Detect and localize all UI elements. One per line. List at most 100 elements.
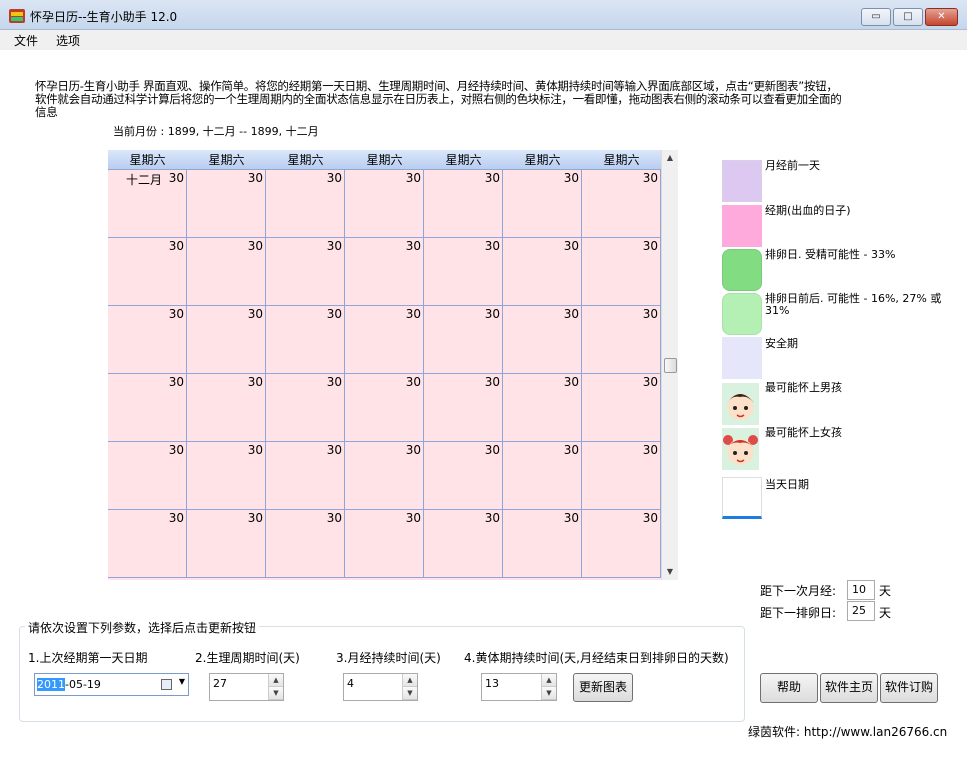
calendar-day-cell[interactable]: 30 bbox=[266, 238, 345, 306]
close-button[interactable]: ✕ bbox=[925, 8, 958, 26]
calendar-day-number: 30 bbox=[247, 511, 263, 525]
help-button[interactable]: 帮助 bbox=[760, 673, 818, 703]
window-title: 怀孕日历--生育小助手 12.0 bbox=[30, 10, 178, 24]
luteal-days-up-icon[interactable]: ▲ bbox=[542, 674, 556, 687]
calendar-day-cell[interactable]: 30 bbox=[266, 442, 345, 510]
calendar-day-cell[interactable]: 30 bbox=[582, 374, 661, 442]
calendar-day-cell[interactable]: 30 bbox=[582, 170, 661, 238]
last-period-date-picker[interactable]: 2011-05-19 ▼ bbox=[34, 673, 189, 696]
calendar-day-cell[interactable]: 30 bbox=[345, 306, 424, 374]
calendar-day-cell[interactable]: 30 bbox=[503, 238, 582, 306]
period-days-stepper[interactable]: 4 ▲ ▼ bbox=[343, 673, 418, 701]
calendar-day-cell[interactable]: 30 bbox=[424, 170, 503, 238]
calendar-day-cell[interactable]: 30 bbox=[503, 374, 582, 442]
calendar-day-number: 30 bbox=[168, 171, 184, 185]
params-group-title: 请依次设置下列参数，选择后点击更新按钮 bbox=[25, 619, 260, 636]
scroll-up-arrow[interactable]: ▲ bbox=[662, 150, 678, 166]
calendar-grid[interactable]: 星期六 星期六 星期六 星期六 星期六 星期六 星期六 十二月 30 30 30 30 30 30 30 3… bbox=[108, 150, 661, 580]
legend-swatch-ovulation bbox=[722, 249, 762, 291]
app-icon bbox=[9, 9, 25, 23]
calendar-day-cell[interactable]: 30 bbox=[187, 442, 266, 510]
calendar-day-cell[interactable]: 30 bbox=[345, 238, 424, 306]
calendar-day-cell[interactable]: 30 bbox=[266, 170, 345, 238]
calendar-day-number: 30 bbox=[484, 443, 500, 457]
calendar-day-cell[interactable]: 30 bbox=[266, 374, 345, 442]
calendar-day-number: 30 bbox=[563, 307, 579, 321]
calendar-day-number: 30 bbox=[484, 511, 500, 525]
calendar-day-cell[interactable]: 30 bbox=[503, 510, 582, 578]
calendar-day-cell[interactable]: 30 bbox=[582, 442, 661, 510]
legend-label-period: 经期(出血的日子) bbox=[765, 204, 851, 217]
calendar-day-cell[interactable]: 30 bbox=[345, 170, 424, 238]
scroll-thumb[interactable] bbox=[664, 358, 677, 373]
calendar-day-cell[interactable]: 十二月 30 bbox=[108, 170, 187, 238]
period-days-down-icon[interactable]: ▼ bbox=[403, 687, 417, 700]
maximize-button[interactable]: □ bbox=[893, 8, 923, 26]
calendar-day-cell[interactable]: 30 bbox=[582, 510, 661, 578]
calendar-day-cell[interactable]: 30 bbox=[108, 238, 187, 306]
calendar-day-number: 30 bbox=[168, 239, 184, 253]
menu-file[interactable]: 文件 bbox=[14, 32, 38, 49]
calendar-day-number: 30 bbox=[405, 511, 421, 525]
calendar-day-number: 30 bbox=[642, 239, 658, 253]
cycle-days-down-icon[interactable]: ▼ bbox=[269, 687, 283, 700]
calendar-day-number: 30 bbox=[484, 171, 500, 185]
calendar-day-cell[interactable]: 30 bbox=[187, 374, 266, 442]
calendar-day-cell[interactable]: 30 bbox=[424, 442, 503, 510]
calendar-day-cell[interactable]: 30 bbox=[424, 510, 503, 578]
minimize-button[interactable]: ▭ bbox=[861, 8, 891, 26]
girl-face-icon bbox=[722, 428, 759, 470]
update-chart-button[interactable]: 更新图表 bbox=[573, 673, 633, 702]
calendar-day-cell[interactable]: 30 bbox=[424, 374, 503, 442]
legend-label-near-ovulation: 排卵日前后. 可能性 - 16%, 27% 或 31% bbox=[765, 292, 942, 317]
calendar-icon[interactable] bbox=[161, 679, 172, 690]
calendar-day-cell[interactable]: 30 bbox=[345, 442, 424, 510]
legend-swatch-safe bbox=[722, 337, 762, 379]
param-label-cycle: 2.生理周期时间(天) bbox=[195, 651, 300, 665]
calendar-day-cell[interactable]: 30 bbox=[503, 306, 582, 374]
menu-bar: 文件 选项 bbox=[0, 30, 967, 50]
calendar-scrollbar[interactable]: ▲ ▼ bbox=[661, 150, 678, 580]
calendar-day-number: 30 bbox=[642, 307, 658, 321]
weekday-header: 星期六 bbox=[524, 153, 561, 167]
cycle-days-stepper[interactable]: 27 ▲ ▼ bbox=[209, 673, 284, 701]
menu-options[interactable]: 选项 bbox=[56, 32, 80, 49]
calendar-day-cell[interactable]: 30 bbox=[582, 306, 661, 374]
luteal-days-down-icon[interactable]: ▼ bbox=[542, 687, 556, 700]
calendar-day-cell[interactable]: 30 bbox=[345, 510, 424, 578]
calendar-day-number: 30 bbox=[247, 307, 263, 321]
legend-swatch-period bbox=[722, 205, 762, 247]
calendar-day-cell[interactable]: 30 bbox=[108, 442, 187, 510]
calendar-day-cell[interactable]: 30 bbox=[187, 238, 266, 306]
calendar-day-number: 30 bbox=[326, 375, 342, 389]
calendar-day-number: 30 bbox=[247, 239, 263, 253]
cycle-days-up-icon[interactable]: ▲ bbox=[269, 674, 283, 687]
calendar-day-cell[interactable]: 30 bbox=[503, 442, 582, 510]
dropdown-arrow-icon[interactable]: ▼ bbox=[179, 677, 185, 686]
calendar-day-cell[interactable]: 30 bbox=[187, 306, 266, 374]
luteal-days-stepper[interactable]: 13 ▲ ▼ bbox=[481, 673, 557, 701]
calendar-day-cell[interactable]: 30 bbox=[266, 510, 345, 578]
calendar-day-cell[interactable]: 30 bbox=[187, 510, 266, 578]
calendar-day-cell[interactable]: 30 bbox=[424, 238, 503, 306]
calendar-day-cell[interactable]: 30 bbox=[503, 170, 582, 238]
legend-label-today: 当天日期 bbox=[765, 478, 809, 491]
calendar-day-cell[interactable]: 30 bbox=[108, 306, 187, 374]
scroll-down-arrow[interactable]: ▼ bbox=[662, 564, 678, 580]
calendar-day-number: 30 bbox=[484, 239, 500, 253]
order-button[interactable]: 软件订购 bbox=[880, 673, 938, 703]
calendar-day-number: 30 bbox=[563, 239, 579, 253]
calendar-day-cell[interactable]: 30 bbox=[582, 238, 661, 306]
homepage-button[interactable]: 软件主页 bbox=[820, 673, 878, 703]
calendar-day-cell[interactable]: 30 bbox=[424, 306, 503, 374]
calendar-day-cell[interactable]: 30 bbox=[266, 306, 345, 374]
calendar-day-number: 30 bbox=[405, 171, 421, 185]
calendar-day-cell[interactable]: 30 bbox=[108, 510, 187, 578]
period-days-up-icon[interactable]: ▲ bbox=[403, 674, 417, 687]
calendar-day-number: 30 bbox=[326, 239, 342, 253]
calendar-day-number: 30 bbox=[405, 239, 421, 253]
calendar-day-cell[interactable]: 30 bbox=[108, 374, 187, 442]
calendar-day-cell[interactable]: 30 bbox=[187, 170, 266, 238]
legend-swatch-today bbox=[722, 477, 762, 519]
calendar-day-cell[interactable]: 30 bbox=[345, 374, 424, 442]
